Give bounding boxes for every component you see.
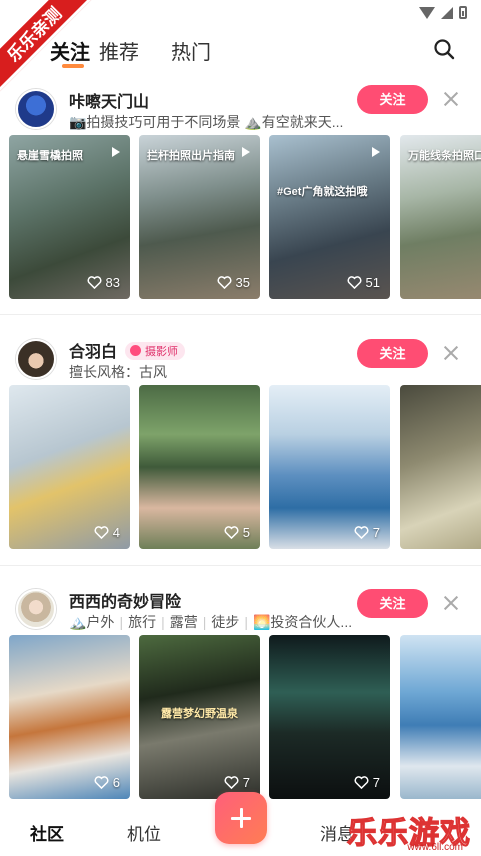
photo-thumb[interactable]: 4 <box>9 385 130 549</box>
photo-strip: 4 5 7 <box>9 385 481 549</box>
photo-thumb[interactable]: 万能线条拍照口 <box>400 135 481 299</box>
user-bio: 擅长风格：古风 <box>69 364 167 380</box>
close-icon[interactable] <box>443 91 459 107</box>
photo-thumb[interactable] <box>400 635 481 799</box>
heart-icon <box>224 776 239 789</box>
like-count: 51 <box>347 275 380 290</box>
feed-card: 西西的奇妙冒险 🏔️户外 | 旅行 | 露营 | 徒步 | 🌅投资合伙人... 关注 6 露营梦… <box>0 585 481 799</box>
wifi-icon <box>419 6 435 19</box>
thumb-caption: 露营梦幻野温泉 <box>161 708 238 720</box>
thumb-caption: 万能线条拍照口 <box>408 150 481 162</box>
like-count: 7 <box>354 775 380 790</box>
watermark-logo: 乐乐游戏 www.6ll.com <box>346 806 477 854</box>
like-count: 35 <box>217 275 250 290</box>
photo-thumb[interactable]: #Get广角就这拍哦 51 <box>269 135 390 299</box>
tag: 旅行 <box>128 614 157 630</box>
thumb-caption: 悬崖雪橇拍照 <box>17 150 83 162</box>
search-icon[interactable] <box>433 38 455 60</box>
photo-thumb[interactable]: 悬崖雪橇拍照 83 <box>9 135 130 299</box>
signal-icon <box>441 6 453 19</box>
plus-icon[interactable] <box>215 792 267 844</box>
tab-recommend[interactable]: 推荐 <box>99 36 139 65</box>
tab-hot[interactable]: 热门 <box>171 36 211 65</box>
divider <box>0 314 481 315</box>
heart-icon <box>94 526 109 539</box>
video-icon <box>372 147 380 157</box>
heart-icon <box>87 276 102 289</box>
heart-icon <box>217 276 232 289</box>
like-count: 6 <box>94 775 120 790</box>
heart-icon <box>94 776 109 789</box>
photo-strip: 悬崖雪橇拍照 83 拦杆拍照出片指南 35 #Get广角就这拍哦 51 万能线条… <box>9 135 481 299</box>
photo-strip: 6 露营梦幻野温泉 7 7 <box>9 635 481 799</box>
photo-thumb[interactable]: 拦杆拍照出片指南 35 <box>139 135 260 299</box>
nav-spots[interactable]: 机位 <box>127 820 161 845</box>
photo-thumb[interactable]: 6 <box>9 635 130 799</box>
thumb-caption: 拦杆拍照出片指南 <box>147 150 235 162</box>
watermark-url: www.6ll.com <box>407 842 463 853</box>
photo-thumb[interactable]: 5 <box>139 385 260 549</box>
avatar[interactable] <box>16 339 56 379</box>
photo-thumb[interactable]: 露营梦幻野温泉 7 <box>139 635 260 799</box>
heart-icon <box>224 526 239 539</box>
nav-community[interactable]: 社区 <box>30 820 64 845</box>
close-icon[interactable] <box>443 345 459 361</box>
photo-thumb[interactable]: 7 <box>269 385 390 549</box>
test-ribbon: 乐乐亲测 <box>0 0 100 100</box>
ribbon-label: 乐乐亲测 <box>0 0 99 99</box>
follow-button[interactable]: 关注 <box>357 339 428 368</box>
like-count: 83 <box>87 275 120 290</box>
heart-icon <box>354 526 369 539</box>
photo-thumb[interactable]: 7 <box>269 635 390 799</box>
tag: 徒步 <box>211 614 240 630</box>
heart-icon <box>354 776 369 789</box>
user-name[interactable]: 合羽白 摄影师 <box>69 338 186 362</box>
photographer-badge: 摄影师 <box>125 342 186 360</box>
heart-icon <box>347 276 362 289</box>
photo-thumb[interactable] <box>400 385 481 549</box>
follow-button[interactable]: 关注 <box>357 589 428 618</box>
divider <box>0 565 481 566</box>
like-count: 7 <box>354 525 380 540</box>
follow-button[interactable]: 关注 <box>357 85 428 114</box>
feed-card: 合羽白 摄影师 擅长风格：古风 关注 4 5 7 <box>0 335 481 549</box>
user-bio: 📷拍摄技巧可用于不同场景 ⛰️有空就来天... <box>69 114 344 130</box>
user-tags: 🏔️户外 | 旅行 | 露营 | 徒步 | 🌅投资合伙人... <box>69 614 353 630</box>
video-icon <box>112 147 120 157</box>
like-count: 7 <box>224 775 250 790</box>
thumb-caption: #Get广角就这拍哦 <box>277 186 368 198</box>
close-icon[interactable] <box>443 595 459 611</box>
tag: 露营 <box>169 614 198 630</box>
video-icon <box>242 147 250 157</box>
tag: 🌅投资合伙人... <box>253 614 353 630</box>
avatar[interactable] <box>16 589 56 629</box>
like-count: 4 <box>94 525 120 540</box>
battery-icon <box>459 6 467 19</box>
like-count: 5 <box>224 525 250 540</box>
tag: 🏔️户外 <box>69 614 115 630</box>
user-name[interactable]: 西西的奇妙冒险 <box>69 588 181 612</box>
